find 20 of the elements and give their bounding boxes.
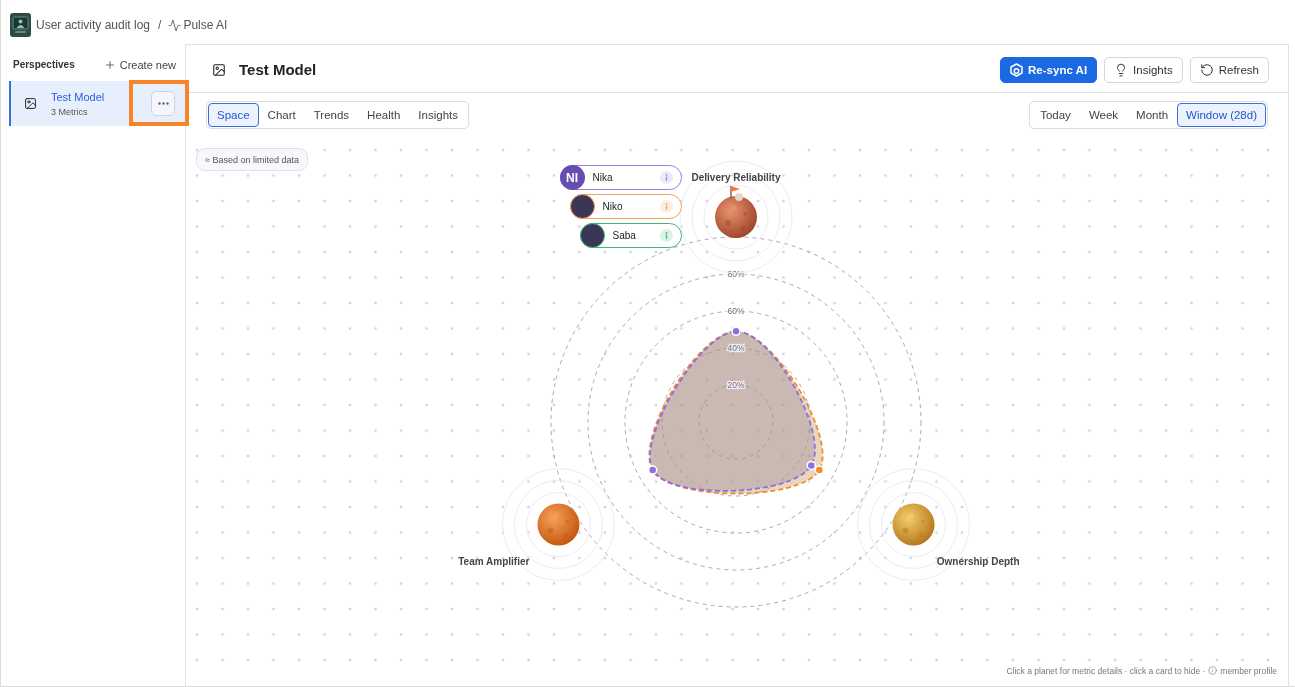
hint-text: Click a planet for metric details · click a card to hide · — [1006, 666, 1206, 677]
member-name: Saba — [612, 230, 636, 241]
tick-label: 20% — [727, 380, 745, 390]
member-name: Niko — [602, 201, 623, 212]
hint-text: member profile — [1220, 666, 1277, 677]
metric-label: Delivery Reliability — [691, 171, 781, 183]
notice-badge: ≈ Based on limited data — [196, 148, 308, 171]
breadcrumb-separator: / — [158, 18, 162, 32]
sidebar-title: Perspectives — [13, 59, 75, 70]
tick-label: 80% — [727, 269, 745, 279]
member-name: Nika — [592, 172, 613, 183]
perspective-title: Test Model — [51, 90, 106, 103]
metric-label: Ownership Depth — [936, 556, 1020, 568]
tick-label: 60% — [727, 306, 745, 316]
member-avatar: NI — [559, 165, 585, 190]
metric-label: Team Amplifier — [458, 556, 530, 568]
perspective-subtitle: 3 Metrics — [51, 106, 89, 117]
page-title: Test Model — [239, 61, 317, 78]
tick-label: 40% — [727, 343, 745, 353]
breadcrumb-current: Pulse AI — [183, 18, 228, 32]
